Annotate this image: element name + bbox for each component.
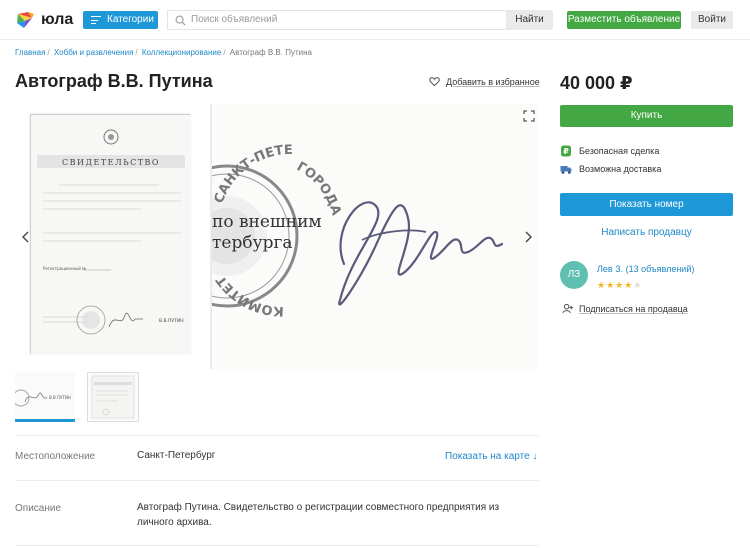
divider: [15, 545, 539, 546]
star-icon: ★: [606, 280, 616, 290]
prev-photo-icon[interactable]: [21, 230, 31, 244]
post-ad-button[interactable]: Разместить объявление: [567, 11, 681, 29]
star-icon: ★: [597, 280, 607, 290]
thumbnail-signer: В.В.ПУТИН: [49, 395, 71, 400]
search-button[interactable]: Найти: [506, 10, 553, 30]
certificate-image: СВИДЕТЕЛЬСТВО Регистрационный № В.В.ПУТИ…: [31, 115, 191, 355]
logo-text: юла: [41, 11, 74, 28]
svg-text:₽: ₽: [563, 147, 569, 156]
next-photo-icon[interactable]: [523, 230, 533, 244]
price: 40 000 ₽: [560, 73, 633, 93]
location-value: Санкт-Петербург: [137, 450, 216, 461]
autograph-image: САНКТ-ПЕТЕРБУРГ ГОРОДА КОМИТЕТ по внешни…: [155, 104, 539, 369]
star-empty-icon: ★: [633, 280, 643, 290]
top-header: юла Категории Поиск объявлений Найти Раз…: [0, 0, 750, 40]
thumbnail-2[interactable]: [87, 372, 139, 422]
heart-icon: [429, 77, 440, 87]
login-button[interactable]: Войти: [691, 11, 733, 29]
breadcrumb-home[interactable]: Главная: [15, 48, 45, 57]
yula-logo-icon: [17, 12, 34, 28]
divider: [15, 480, 539, 481]
subscribe-label: Подписаться на продавца: [579, 304, 688, 314]
favorite-label: Добавить в избранное: [446, 77, 540, 87]
breadcrumb: Главная / Хобби и развлечения / Коллекцион…: [15, 48, 312, 57]
description-label: Описание: [15, 503, 62, 514]
divider: [15, 435, 539, 436]
seal-line-2: тербурга: [212, 233, 293, 253]
breadcrumb-hobby[interactable]: Хобби и развлечения: [54, 48, 133, 57]
page-title: Автограф В.В. Путина: [15, 71, 213, 91]
photo-gallery[interactable]: СВИДЕТЕЛЬСТВО Регистрационный № В.В.ПУТИ…: [15, 104, 539, 369]
thumbnail-2-image: [91, 375, 135, 419]
categories-button[interactable]: Категории: [83, 11, 158, 29]
user-plus-icon: [562, 303, 573, 314]
truck-icon: [560, 166, 572, 174]
fullscreen-icon[interactable]: [523, 110, 535, 122]
delivery-label: Возможна доставка: [579, 164, 662, 174]
breadcrumb-collecting[interactable]: Коллекционирование: [142, 48, 221, 57]
thumbnail-1[interactable]: В.В.ПУТИН: [15, 372, 75, 422]
seller-name-link[interactable]: Лев З. (13 объявлений): [597, 264, 694, 274]
buy-button[interactable]: Купить: [560, 105, 733, 127]
breadcrumb-current: Автограф В.В. Путина: [229, 48, 312, 57]
certificate-header: СВИДЕТЕЛЬСТВО: [62, 158, 160, 167]
star-icon: ★: [624, 280, 634, 290]
safe-deal-label: Безопасная сделка: [579, 146, 660, 156]
seller-rating: ★★★★★: [597, 280, 642, 291]
thumbnail-1-image: В.В.ПУТИН: [15, 389, 71, 407]
autograph-closeup-photo: САНКТ-ПЕТЕРБУРГ ГОРОДА КОМИТЕТ по внешни…: [155, 104, 539, 369]
write-seller-link[interactable]: Написать продавцу: [560, 227, 733, 238]
seal-line-1: по внешним: [212, 212, 322, 232]
signer-name: В.В.ПУТИН: [159, 318, 184, 324]
search-placeholder: Поиск объявлений: [191, 14, 278, 25]
categories-label: Категории: [107, 14, 154, 25]
search-input[interactable]: Поиск объявлений: [167, 10, 553, 30]
location-label: Местоположение: [15, 451, 96, 462]
show-phone-button[interactable]: Показать номер: [560, 193, 733, 216]
certificate-photo: СВИДЕТЕЛЬСТВО Регистрационный № В.В.ПУТИ…: [30, 114, 191, 355]
description-text: Автограф Путина. Свидетельство о регистр…: [137, 502, 500, 528]
show-on-map-link[interactable]: Показать на карте ↓: [445, 451, 537, 462]
star-icon: ★: [615, 280, 625, 290]
registration-label: Регистрационный №: [43, 266, 86, 271]
seller-avatar[interactable]: ЛЗ: [560, 261, 588, 289]
search-icon: [175, 15, 186, 26]
thumbnail-strip: В.В.ПУТИН: [15, 372, 139, 422]
menu-icon: [91, 16, 101, 24]
shield-ruble-icon: ₽: [561, 145, 571, 157]
